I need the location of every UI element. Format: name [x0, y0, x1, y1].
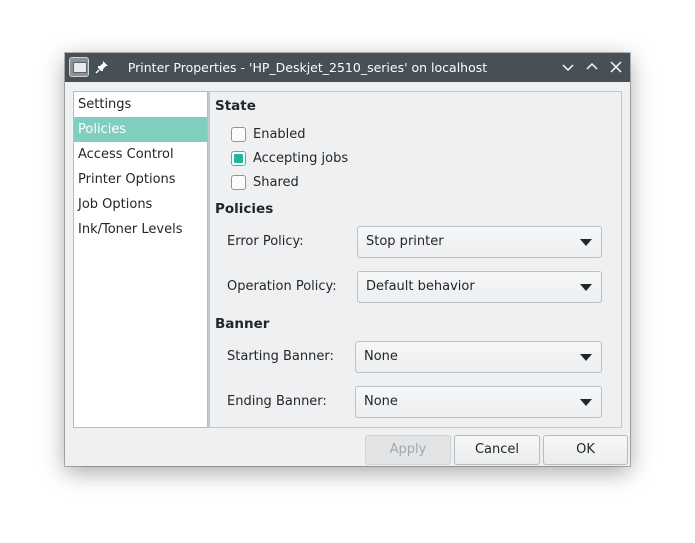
cancel-button[interactable]: Cancel: [454, 435, 540, 465]
sidebar-item-job-options[interactable]: Job Options: [74, 192, 207, 217]
starting-banner-dropdown[interactable]: None: [355, 341, 602, 373]
chevron-down-icon: [580, 399, 592, 406]
accepting-jobs-checkbox-row[interactable]: Accepting jobs: [231, 148, 348, 168]
sidebar-item-access-control[interactable]: Access Control: [74, 142, 207, 167]
accepting-jobs-checkbox[interactable]: [231, 150, 246, 166]
ending-banner-dropdown[interactable]: None: [355, 386, 602, 418]
error-policy-label: Error Policy:: [227, 234, 304, 249]
starting-banner-label: Starting Banner:: [227, 349, 334, 364]
close-icon[interactable]: [609, 60, 623, 74]
shared-checkbox[interactable]: [231, 174, 246, 190]
accepting-jobs-label: Accepting jobs: [253, 150, 349, 166]
category-list[interactable]: Settings Policies Access Control Printer…: [73, 91, 208, 428]
title-bar[interactable]: Printer Properties - 'HP_Deskjet_2510_se…: [65, 53, 630, 82]
chevron-down-icon: [580, 354, 592, 361]
shared-label: Shared: [253, 174, 299, 190]
enabled-label: Enabled: [253, 126, 306, 142]
policies-section-title: Policies: [215, 201, 274, 217]
enabled-checkbox-row[interactable]: Enabled: [231, 124, 306, 144]
operation-policy-label: Operation Policy:: [227, 279, 337, 294]
ending-banner-value: None: [364, 394, 398, 409]
sidebar-item-settings[interactable]: Settings: [74, 92, 207, 117]
state-section-title: State: [215, 98, 256, 114]
starting-banner-value: None: [364, 349, 398, 364]
pin-icon[interactable]: [95, 60, 109, 74]
window-title: Printer Properties - 'HP_Deskjet_2510_se…: [127, 60, 488, 75]
sidebar-item-policies[interactable]: Policies: [74, 117, 207, 142]
shared-checkbox-row[interactable]: Shared: [231, 172, 299, 192]
chevron-down-icon: [580, 284, 592, 291]
error-policy-value: Stop printer: [366, 234, 444, 249]
operation-policy-value: Default behavior: [366, 279, 475, 294]
apply-button[interactable]: Apply: [365, 435, 451, 465]
error-policy-dropdown[interactable]: Stop printer: [357, 226, 602, 258]
enabled-checkbox[interactable]: [231, 126, 246, 142]
maximize-icon[interactable]: [585, 60, 599, 74]
minimize-icon[interactable]: [561, 60, 575, 74]
sidebar-item-ink-toner-levels[interactable]: Ink/Toner Levels: [74, 217, 207, 242]
policies-panel: State Enabled Accepting jobs Shared Poli…: [210, 91, 622, 428]
ending-banner-label: Ending Banner:: [227, 394, 327, 409]
banner-section-title: Banner: [215, 316, 270, 332]
printer-properties-window: Printer Properties - 'HP_Deskjet_2510_se…: [65, 53, 630, 466]
sidebar-item-printer-options[interactable]: Printer Options: [74, 167, 207, 192]
ok-button[interactable]: OK: [543, 435, 628, 465]
printer-app-icon[interactable]: [69, 57, 89, 77]
chevron-down-icon: [580, 239, 592, 246]
operation-policy-dropdown[interactable]: Default behavior: [357, 271, 602, 303]
